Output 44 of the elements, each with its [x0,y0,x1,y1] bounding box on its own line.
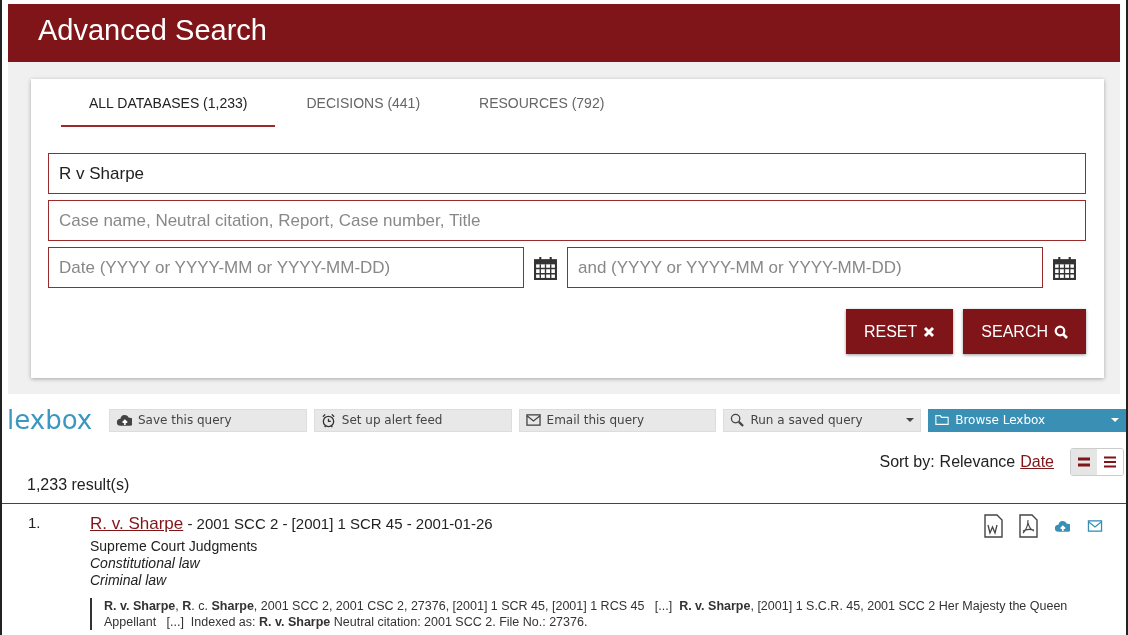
envelope-icon [525,413,541,427]
view-toggle[interactable] [1071,449,1097,475]
envelope-icon[interactable] [1086,519,1104,533]
sort-label: Sort by: [879,453,935,471]
tab[interactable]: RESOURCES (792) [451,79,633,127]
search-field[interactable]: Case name, Neutral citation, Report, Case number, Title [48,200,1086,241]
sort-link[interactable]: Date [1020,453,1054,471]
result-subject: Constitutional law [90,555,201,572]
folder-icon [935,413,950,427]
email-button[interactable]: Email this query [518,408,717,432]
sort-option[interactable]: Relevance [939,453,1016,471]
result-number: 1. [28,514,42,533]
search-icon [1054,324,1068,339]
result-subject: Criminal law [90,572,168,589]
calendar-icon[interactable] [534,255,557,280]
alert-button[interactable]: Set up alert feed [313,408,512,432]
caret-icon [1111,418,1119,422]
three-lines-icon [1104,456,1116,468]
result-snippet: R. v. Sharpe, R. c. Sharpe, 2001 SCC 2, 2001 CSC 2, 27376, [2001] 1 SCR 45, [2001] 1 RCS 45 [...] R. v. Sharpe, [2001] 1 S.C.R. 45, 2001 SCC 2 Her Majesty the Queen Appellant [...] Indexed as: R. v. Sharpe Neutral citation: 2001 SCC 2. File No.: 27376. [90,598,1104,630]
cloud-upload-icon [116,413,132,427]
tab[interactable]: ALL DATABASES (1,233) [61,79,276,127]
date-field[interactable]: and (YYYY or YYYY-MM or YYYY-MM-DD) [567,247,1043,288]
run-button[interactable]: Run a saved query [723,408,922,432]
word-document-icon[interactable] [984,514,1003,538]
pdf-document-icon[interactable] [1019,514,1038,538]
cloud-upload-icon[interactable] [1054,519,1070,533]
two-lines-icon [1078,457,1090,467]
reset-button[interactable]: RESET [845,309,954,354]
results-count: 1,233 result(s) [27,476,130,494]
close-icon [923,325,936,338]
search-icon [730,413,745,427]
tab[interactable]: DECISIONS (441) [278,79,449,127]
calendar-icon[interactable] [1053,255,1076,280]
caret-icon [906,418,915,422]
alarm-clock-icon [320,412,336,428]
date-field[interactable]: Date (YYYY or YYYY-MM or YYYY-MM-DD) [48,247,524,288]
browse-dropdown[interactable]: Browse Lexbox [928,408,1126,432]
search-button[interactable]: SEARCH [963,309,1086,354]
result-citation: - 2001 SCC 2 - [2001] 1 SCR 45 - 2001-01-26 [187,515,493,532]
result-title-link[interactable]: R. v. Sharpe [90,514,184,533]
result-collection: Supreme Court Judgments [90,538,259,555]
search-field[interactable]: R v Sharpe [48,153,1086,194]
page-title: Advanced Search [8,4,1120,62]
save-button[interactable]: Save this query [109,408,307,432]
